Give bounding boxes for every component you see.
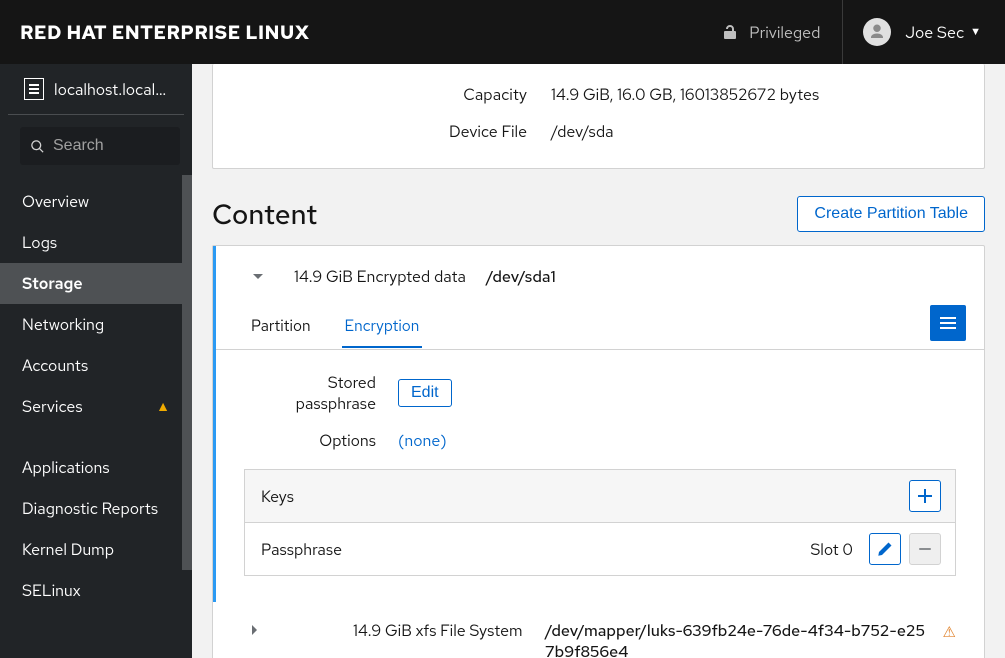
host-icon (24, 78, 44, 100)
content-header: Content Create Partition Table (212, 195, 985, 233)
content-title: Content (212, 195, 317, 233)
remove-key-button (909, 533, 941, 565)
volume-desc: 14.9 GiB xfs File System (353, 620, 545, 641)
minus-icon (919, 548, 931, 550)
row-options: Options (none) (244, 430, 956, 451)
search-input[interactable] (53, 137, 170, 155)
nav-scroll: Overview Logs Storage Networking Account… (0, 175, 192, 658)
nav-separator (0, 427, 192, 447)
nav-label: Networking (22, 314, 104, 335)
volume-device: /dev/mapper/luks-639fb24e-76de-4f34-b752… (545, 620, 931, 658)
nav-label: Overview (22, 191, 89, 212)
nav-services[interactable]: Services ▲ (0, 386, 192, 427)
nav-accounts[interactable]: Accounts (0, 345, 192, 386)
caret-down-icon: ▼ (970, 25, 981, 39)
unlock-icon (723, 24, 737, 40)
options-link[interactable]: (none) (398, 430, 447, 451)
topbar-right: Privileged Joe Sec ▼ (701, 0, 985, 64)
key-name: Passphrase (261, 539, 810, 560)
user-name: Joe Sec (905, 22, 964, 43)
plus-icon (918, 489, 932, 503)
create-partition-table-button[interactable]: Create Partition Table (797, 196, 985, 232)
sidebar: localhost.localdomain Overview Logs Stor… (0, 64, 192, 658)
nav-label: SELinux (22, 580, 81, 601)
warning-icon: ⚠ (943, 622, 956, 642)
nav-label: Diagnostic Reports (22, 498, 158, 519)
tab-encryption[interactable]: Encryption (328, 303, 437, 347)
nav-logs[interactable]: Logs (0, 222, 192, 263)
nav-overview[interactable]: Overview (0, 181, 192, 222)
device-info-card: Capacity 14.9 GiB, 16.0 GB, 16013852672 … (212, 64, 985, 169)
nav-label: Kernel Dump (22, 539, 114, 560)
volume-expanded: 14.9 GiB Encrypted data /dev/sda1 Partit… (213, 246, 984, 602)
privileged-indicator[interactable]: Privileged (701, 0, 843, 64)
encryption-body: Stored passphrase Edit Options (none) (216, 350, 984, 602)
content-card: 14.9 GiB Encrypted data /dev/sda1 Partit… (212, 245, 985, 658)
nav-label: Services (22, 396, 83, 417)
volume-row[interactable]: 14.9 GiB Encrypted data /dev/sda1 (216, 246, 984, 301)
nav-applications[interactable]: Applications (0, 447, 192, 488)
menu-button[interactable] (930, 305, 966, 341)
nav-label: Applications (22, 457, 110, 478)
info-value: 14.9 GiB, 16.0 GB, 16013852672 bytes (551, 84, 956, 105)
keys-box: Keys Passphrase Slot 0 (244, 469, 956, 576)
top-bar: RED HAT ENTERPRISE LINUX Privileged Joe … (0, 0, 1005, 64)
row-stored-passphrase: Stored passphrase Edit (244, 372, 956, 414)
tab-partition[interactable]: Partition (234, 303, 328, 347)
main: Capacity 14.9 GiB, 16.0 GB, 16013852672 … (192, 64, 1005, 658)
nav-networking[interactable]: Networking (0, 304, 192, 345)
chevron-down-icon[interactable] (250, 269, 266, 285)
keys-header: Keys (245, 470, 955, 523)
enc-label: Options (244, 430, 376, 451)
chevron-right-icon[interactable] (247, 622, 263, 638)
host-name: localhost.localdomain (54, 79, 170, 100)
pencil-icon (878, 542, 892, 556)
volume-device: /dev/sda1 (486, 266, 956, 287)
keys-title: Keys (261, 486, 294, 507)
key-slot: Slot 0 (810, 539, 853, 560)
volume-desc: 14.9 GiB Encrypted data (294, 266, 486, 287)
info-label: Capacity (241, 84, 551, 105)
user-menu[interactable]: Joe Sec ▼ (843, 0, 985, 64)
avatar (863, 18, 891, 46)
search-wrap (0, 115, 192, 175)
info-row-capacity: Capacity 14.9 GiB, 16.0 GB, 16013852672 … (213, 76, 984, 113)
tabs: Partition Encryption (216, 301, 984, 350)
nav-selinux[interactable]: SELinux (0, 570, 192, 611)
nav-label: Logs (22, 232, 57, 253)
enc-label: Stored passphrase (244, 372, 376, 414)
enc-value: Edit (398, 379, 452, 407)
scrollbar-thumb[interactable] (182, 175, 192, 570)
hamburger-icon (940, 322, 956, 324)
warning-icon: ▲ (156, 398, 170, 416)
privileged-label: Privileged (749, 22, 820, 43)
nav-kernel-dump[interactable]: Kernel Dump (0, 529, 192, 570)
info-label: Device File (241, 121, 551, 142)
nav-label: Storage (22, 273, 83, 294)
search-icon (30, 139, 45, 154)
nav-diagnostic[interactable]: Diagnostic Reports (0, 488, 192, 529)
user-icon (868, 23, 886, 41)
brand: RED HAT ENTERPRISE LINUX (20, 20, 310, 45)
volume-row-2[interactable]: 14.9 GiB xfs File System /dev/mapper/luk… (213, 602, 984, 658)
key-row: Passphrase Slot 0 (245, 523, 955, 575)
key-actions (869, 533, 941, 565)
enc-value: (none) (398, 430, 447, 451)
nav-label: Accounts (22, 355, 88, 376)
info-row-device: Device File /dev/sda (213, 113, 984, 150)
nav-storage[interactable]: Storage (0, 263, 192, 304)
nav-list: Overview Logs Storage Networking Account… (0, 175, 192, 611)
search-field[interactable] (20, 127, 180, 165)
edit-passphrase-button[interactable]: Edit (398, 379, 452, 407)
scrollbar-track[interactable] (182, 175, 192, 658)
add-key-button[interactable] (909, 480, 941, 512)
edit-key-button[interactable] (869, 533, 901, 565)
host-selector[interactable]: localhost.localdomain (8, 64, 184, 115)
info-value: /dev/sda (551, 121, 956, 142)
